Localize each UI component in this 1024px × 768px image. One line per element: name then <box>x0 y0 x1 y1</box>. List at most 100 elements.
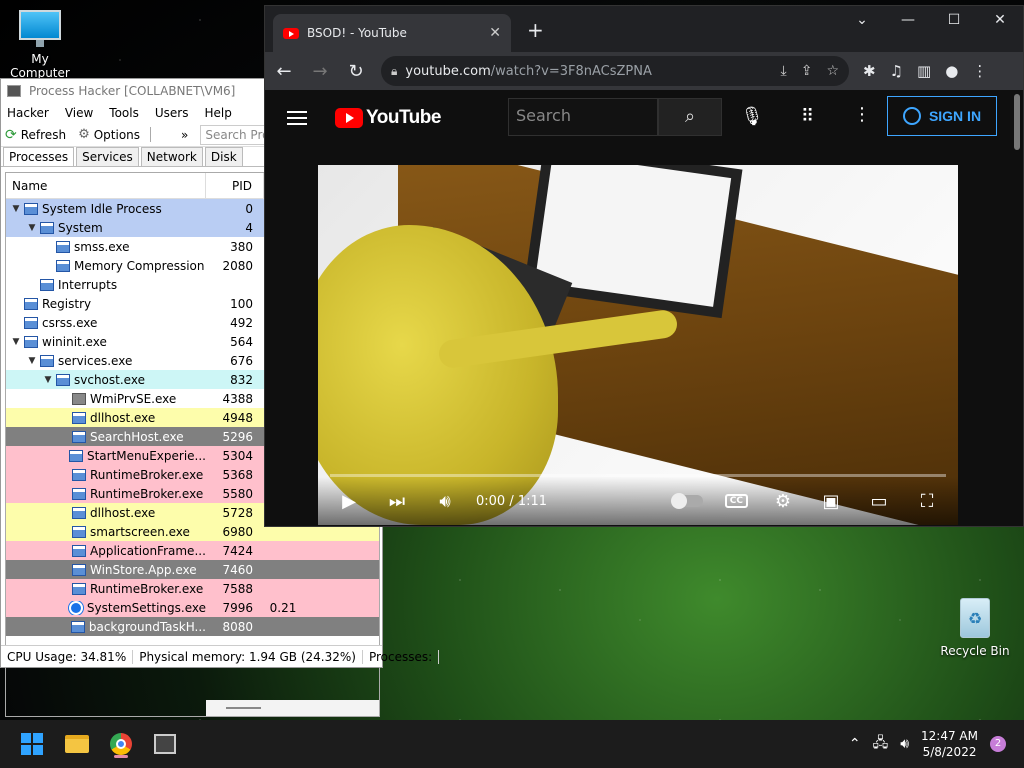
column-pid[interactable]: PID <box>206 173 264 198</box>
process-pid: 7588 <box>222 581 253 596</box>
miniplayer-icon[interactable]: ▣ <box>818 491 844 512</box>
process-window-icon <box>70 620 85 633</box>
menu-help[interactable]: Help <box>204 106 231 120</box>
youtube-masthead: YouTube Search ⌕ 🎙︎ ⠿ ⋮ SIGN IN <box>265 90 1023 150</box>
menu-users[interactable]: Users <box>155 106 189 120</box>
menu-hamburger-icon[interactable] <box>287 110 307 125</box>
process-row[interactable]: WinStore.App.exe 7460 <box>6 560 379 579</box>
process-name: dllhost.exe <box>90 410 156 425</box>
file-explorer-button[interactable] <box>61 728 93 760</box>
more-options-icon[interactable]: ⋮ <box>853 104 871 125</box>
theater-mode-icon[interactable]: ▭ <box>866 491 892 512</box>
process-name: services.exe <box>58 353 133 368</box>
maximize-button[interactable]: ☐ <box>931 6 977 36</box>
toolbar-overflow-button[interactable]: » <box>181 128 188 142</box>
reload-icon[interactable]: ↻ <box>345 61 367 82</box>
process-pid: 5296 <box>222 429 253 444</box>
settings-gear-icon[interactable]: ⚙ <box>770 491 796 512</box>
column-name[interactable]: Name <box>6 173 206 198</box>
bookmark-star-icon[interactable]: ☆ <box>826 63 839 79</box>
menu-tools[interactable]: Tools <box>109 106 139 120</box>
process-hacker-app-icon <box>7 85 21 97</box>
menu-view[interactable]: View <box>65 106 93 120</box>
process-window-icon <box>24 297 38 310</box>
process-name: Interrupts <box>58 277 118 292</box>
process-window-icon <box>40 354 54 367</box>
tab-strip: BSOD! - YouTube ✕ + ⌄ — ☐ ✕ <box>265 6 1023 52</box>
autoplay-toggle[interactable] <box>670 493 703 509</box>
minimize-button[interactable]: — <box>885 6 931 36</box>
tab-search-icon[interactable]: ⌄ <box>839 6 885 36</box>
microphone-icon: 🎙︎ <box>740 106 764 127</box>
close-window-button[interactable]: ✕ <box>977 6 1023 36</box>
address-bar[interactable]: 🔒︎ youtube.com/watch?v=3F8nACsZPNA ⤓ ⇪ ☆ <box>381 56 849 86</box>
sign-in-button[interactable]: SIGN IN <box>887 96 997 136</box>
close-tab-icon[interactable]: ✕ <box>489 25 501 41</box>
chrome-menu-icon[interactable]: ⋮ <box>972 62 987 80</box>
process-row[interactable]: SystemSettings.exe 7996 0.21 <box>6 598 379 617</box>
install-app-icon[interactable]: ⤓ <box>781 63 787 79</box>
desktop-icon-my-computer[interactable]: My Computer <box>2 10 78 80</box>
side-panel-icon[interactable]: ▥ <box>917 62 931 80</box>
expand-chevron-icon[interactable]: ▼ <box>10 204 22 214</box>
expand-chevron-icon[interactable]: ▼ <box>10 337 22 347</box>
search-button[interactable]: ⌕ <box>658 98 722 136</box>
page-scrollbar[interactable] <box>1014 94 1020 150</box>
process-window-icon <box>72 525 86 538</box>
voice-search-button[interactable]: 🎙︎ <box>735 100 769 134</box>
tab-network[interactable]: Network <box>140 147 203 166</box>
process-row[interactable]: backgroundTaskH... 8080 <box>6 617 379 636</box>
volume-icon[interactable]: 🔊︎ <box>432 491 458 512</box>
expand-chevron-icon[interactable]: ▼ <box>42 375 54 385</box>
process-window-icon <box>72 563 86 576</box>
process-pid: 100 <box>230 296 253 311</box>
fullscreen-icon[interactable]: ⛶ <box>914 491 940 512</box>
volume-tray-icon[interactable]: 🔊︎ <box>900 736 909 752</box>
desktop-icon-recycle-bin[interactable]: ♻ Recycle Bin <box>938 598 1012 658</box>
chevron-up-icon[interactable]: ⌃ <box>849 736 861 752</box>
tab-services[interactable]: Services <box>76 147 139 166</box>
network-icon[interactable]: 🖧︎ <box>873 732 889 756</box>
process-pid: 5304 <box>222 448 253 463</box>
process-window-icon <box>24 335 38 348</box>
tab-disk[interactable]: Disk <box>204 147 243 166</box>
next-icon[interactable]: ⏭ <box>384 491 410 512</box>
expand-chevron-icon[interactable]: ▼ <box>26 356 38 366</box>
profile-icon[interactable]: ● <box>945 62 958 80</box>
process-row[interactable]: RuntimeBroker.exe 7588 <box>6 579 379 598</box>
share-icon[interactable]: ⇪ <box>801 63 813 79</box>
process-name: csrss.exe <box>42 315 98 330</box>
play-icon[interactable]: ▶ <box>336 491 362 512</box>
process-hacker-taskbar-button[interactable] <box>149 728 181 760</box>
video-player[interactable]: ▶ ⏭ 🔊︎ 0:00 / 1:11 CC ⚙ ▣ ▭ ⛶ <box>318 165 958 525</box>
back-icon[interactable]: ← <box>273 61 295 82</box>
tab-processes[interactable]: Processes <box>3 147 75 166</box>
media-controls-icon[interactable]: ♫ <box>890 62 903 80</box>
extensions-icon[interactable]: ✱ <box>863 62 876 80</box>
clock-date: 5/8/2022 <box>922 745 977 759</box>
captions-icon[interactable]: CC <box>724 494 748 508</box>
wmi-icon <box>72 392 86 405</box>
new-tab-button[interactable]: + <box>527 18 544 42</box>
options-button[interactable]: ⚙ Options <box>78 127 152 142</box>
process-window-icon <box>72 411 86 424</box>
browser-tab[interactable]: BSOD! - YouTube ✕ <box>273 14 511 52</box>
clock-time: 12:47 AM <box>921 729 978 743</box>
refresh-button[interactable]: ⟳ Refresh <box>5 127 66 143</box>
process-name: System Idle Process <box>42 201 162 216</box>
youtube-logo[interactable]: YouTube <box>335 107 441 129</box>
forward-icon[interactable]: → <box>309 61 331 82</box>
process-row[interactable]: ApplicationFrame... 7424 <box>6 541 379 560</box>
notification-badge[interactable]: 2 <box>990 736 1006 752</box>
youtube-search-input[interactable]: Search <box>508 98 658 136</box>
process-name: System <box>58 220 103 235</box>
desktop-icon-label: Recycle Bin <box>940 644 1010 658</box>
horizontal-scrollbar[interactable] <box>206 700 379 716</box>
menu-hacker[interactable]: Hacker <box>7 106 49 120</box>
start-button[interactable] <box>16 728 48 760</box>
process-name: Registry <box>42 296 92 311</box>
chrome-taskbar-button[interactable] <box>105 728 137 760</box>
expand-chevron-icon[interactable]: ▼ <box>26 223 38 233</box>
clock[interactable]: 12:47 AM 5/8/2022 <box>921 728 978 760</box>
apps-grid-icon[interactable]: ⠿ <box>801 106 814 127</box>
